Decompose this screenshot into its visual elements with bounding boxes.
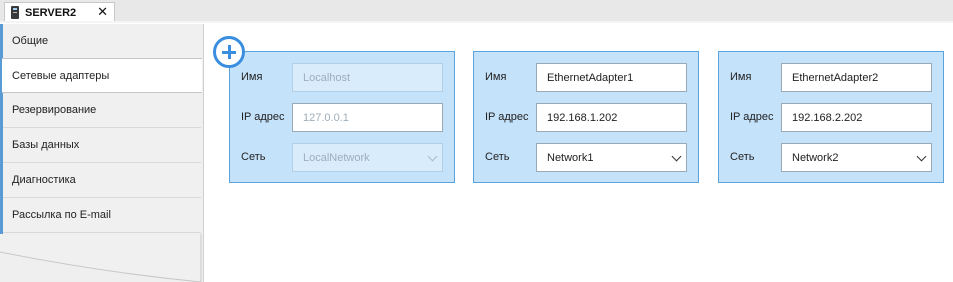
- network-select: LocalNetwork: [292, 143, 443, 172]
- adapter-name-field[interactable]: EthernetAdapter1: [536, 63, 687, 92]
- adapter-card-ethernet2: Имя EthernetAdapter2 IP адрес 192.168.2.…: [718, 51, 944, 183]
- nav-item-diagnostics[interactable]: Диагностика: [3, 163, 201, 198]
- ip-address-field[interactable]: 192.168.1.202: [536, 103, 687, 132]
- ip-address-field[interactable]: 192.168.2.202: [781, 103, 932, 132]
- name-label: Имя: [730, 71, 752, 83]
- tab-strip: SERVER2 ✕: [0, 0, 953, 23]
- name-label: Имя: [241, 71, 263, 83]
- network-select-value: LocalNetwork: [303, 151, 370, 164]
- adapter-card-localhost: Имя Localhost IP адрес 127.0.0.1 Сеть Lo…: [229, 51, 455, 183]
- network-select-value: Network2: [792, 151, 839, 164]
- network-label: Сеть: [241, 151, 266, 163]
- nav-item-general[interactable]: Общие: [3, 24, 201, 59]
- tab-title: SERVER2: [25, 6, 77, 19]
- ip-label: IP адрес: [241, 111, 285, 123]
- network-label: Сеть: [485, 151, 510, 163]
- plus-circle-icon[interactable]: [213, 36, 245, 68]
- ip-address-field[interactable]: 127.0.0.1: [292, 103, 443, 132]
- adapter-name-field[interactable]: EthernetAdapter2: [781, 63, 932, 92]
- network-select[interactable]: Network2: [781, 143, 932, 172]
- network-select-value: Network1: [547, 151, 594, 164]
- adapter-card-ethernet1: Имя EthernetAdapter1 IP адрес 192.168.1.…: [473, 51, 699, 183]
- ip-label: IP адрес: [730, 111, 774, 123]
- nav-item-network-adapters[interactable]: Сетевые адаптеры: [2, 58, 202, 93]
- tab-server2[interactable]: SERVER2 ✕: [4, 2, 115, 22]
- nav-page-curl: [0, 234, 202, 282]
- name-label: Имя: [485, 71, 507, 83]
- chevron-down-icon[interactable]: [671, 151, 682, 162]
- network-label: Сеть: [730, 151, 755, 163]
- adapter-name-field: Localhost: [292, 63, 443, 92]
- nav-item-databases[interactable]: Базы данных: [3, 128, 201, 163]
- close-icon[interactable]: ✕: [97, 5, 108, 20]
- server-icon: [11, 6, 19, 19]
- settings-nav: Общие Сетевые адаптеры Резервирование Ба…: [0, 24, 203, 282]
- ip-label: IP адрес: [485, 111, 529, 123]
- network-select[interactable]: Network1: [536, 143, 687, 172]
- nav-item-redundancy[interactable]: Резервирование: [3, 93, 201, 128]
- nav-item-email[interactable]: Рассылка по E-mail: [3, 198, 201, 233]
- chevron-down-icon: [427, 151, 438, 162]
- chevron-down-icon[interactable]: [916, 151, 927, 162]
